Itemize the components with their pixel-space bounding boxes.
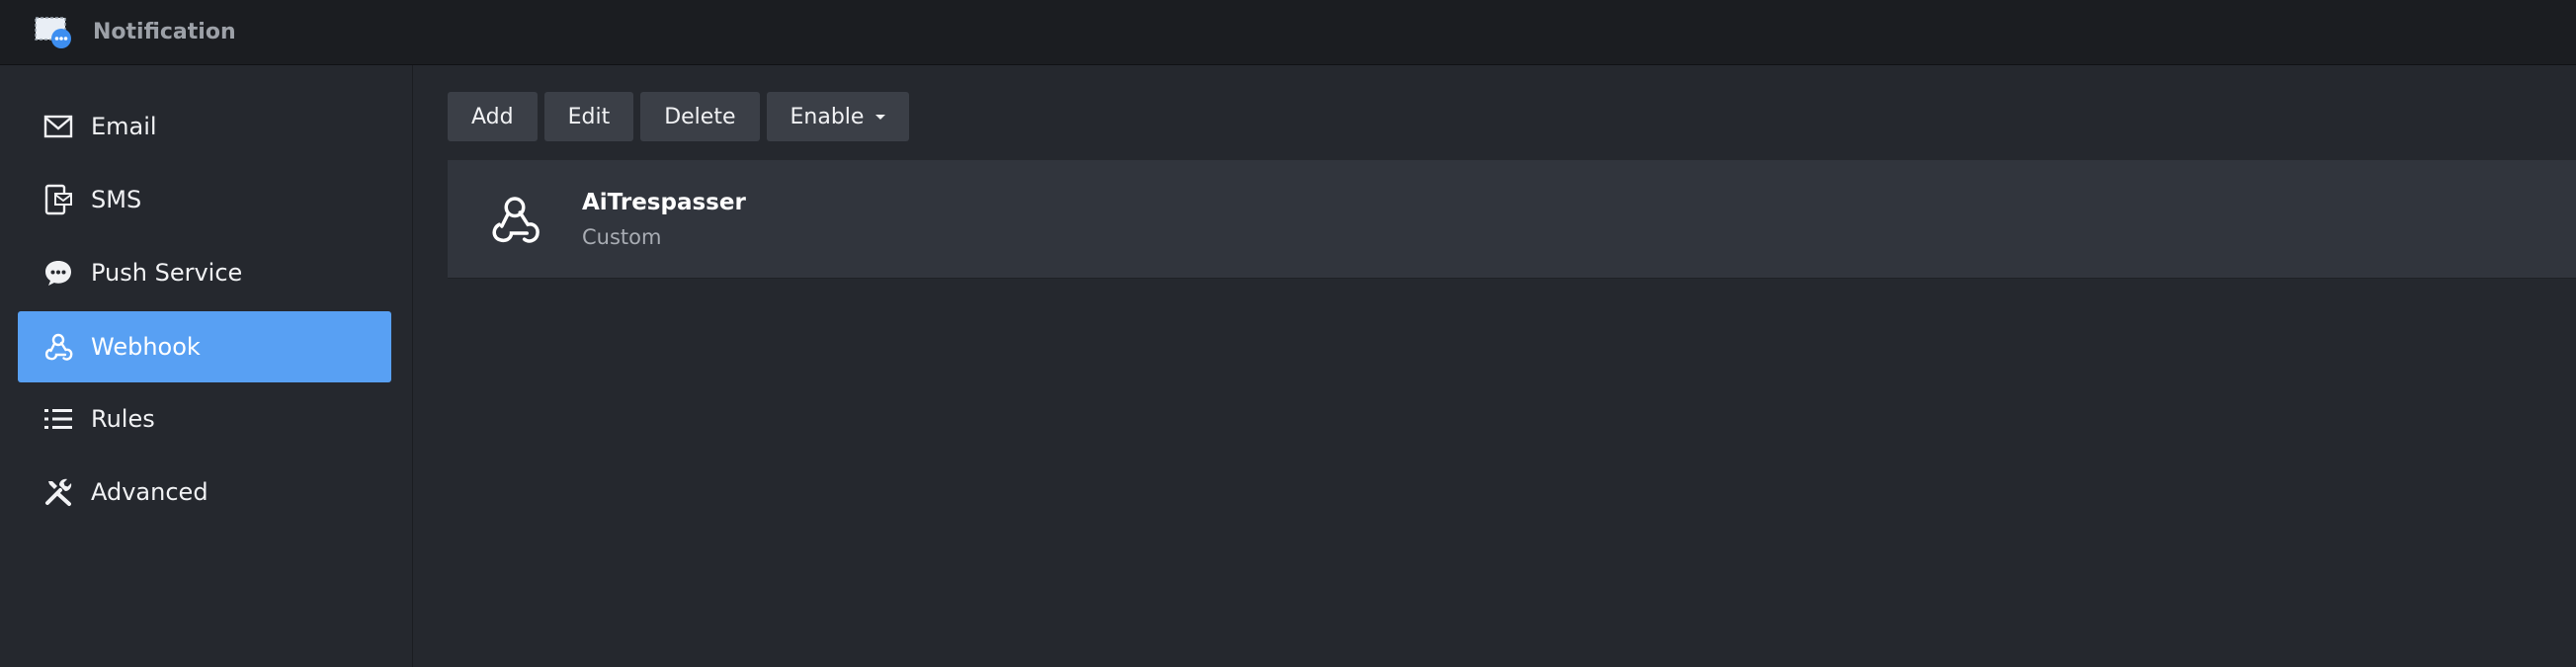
webhook-icon [42, 330, 75, 364]
sidebar-item-webhook[interactable]: Webhook [18, 311, 391, 382]
webhook-icon [485, 190, 544, 249]
edit-button[interactable]: Edit [543, 92, 634, 141]
caret-down-icon [875, 114, 886, 120]
list-item[interactable]: AiTrespasser Custom [448, 160, 2576, 279]
toolbar: Add Edit Delete Enable [448, 92, 910, 141]
webhook-type: Custom [582, 224, 662, 249]
list-item-text: AiTrespasser Custom [582, 190, 746, 249]
chat-bubble-icon [42, 256, 75, 290]
enable-label: Enable [789, 104, 865, 129]
sidebar: Email SMS Push Service Webhook Rules Adv… [0, 65, 413, 667]
sidebar-item-email[interactable]: Email [18, 91, 391, 162]
sidebar-item-label: Rules [91, 405, 155, 433]
sidebar-item-label: Advanced [91, 478, 208, 506]
delete-button[interactable]: Delete [640, 92, 760, 141]
enable-dropdown-button[interactable]: Enable [766, 92, 910, 141]
title-bar: Notification [0, 0, 2576, 65]
sidebar-item-push-service[interactable]: Push Service [18, 237, 391, 308]
sidebar-item-label: Email [91, 113, 157, 140]
notification-app-icon [34, 15, 75, 50]
sms-phone-icon [42, 183, 75, 216]
sidebar-item-label: SMS [91, 186, 142, 213]
webhook-name: AiTrespasser [582, 189, 746, 215]
sidebar-item-advanced[interactable]: Advanced [18, 457, 391, 528]
tools-icon [42, 475, 75, 509]
sidebar-item-label: Webhook [91, 333, 201, 361]
list-icon [42, 402, 75, 436]
sidebar-item-sms[interactable]: SMS [18, 164, 391, 235]
main-content: Add Edit Delete Enable AiTrespasser Cust… [414, 65, 2576, 667]
add-button[interactable]: Add [448, 92, 538, 141]
sidebar-item-rules[interactable]: Rules [18, 383, 391, 455]
envelope-icon [42, 110, 75, 143]
app-title: Notification [93, 20, 236, 44]
sidebar-item-label: Push Service [91, 259, 243, 287]
